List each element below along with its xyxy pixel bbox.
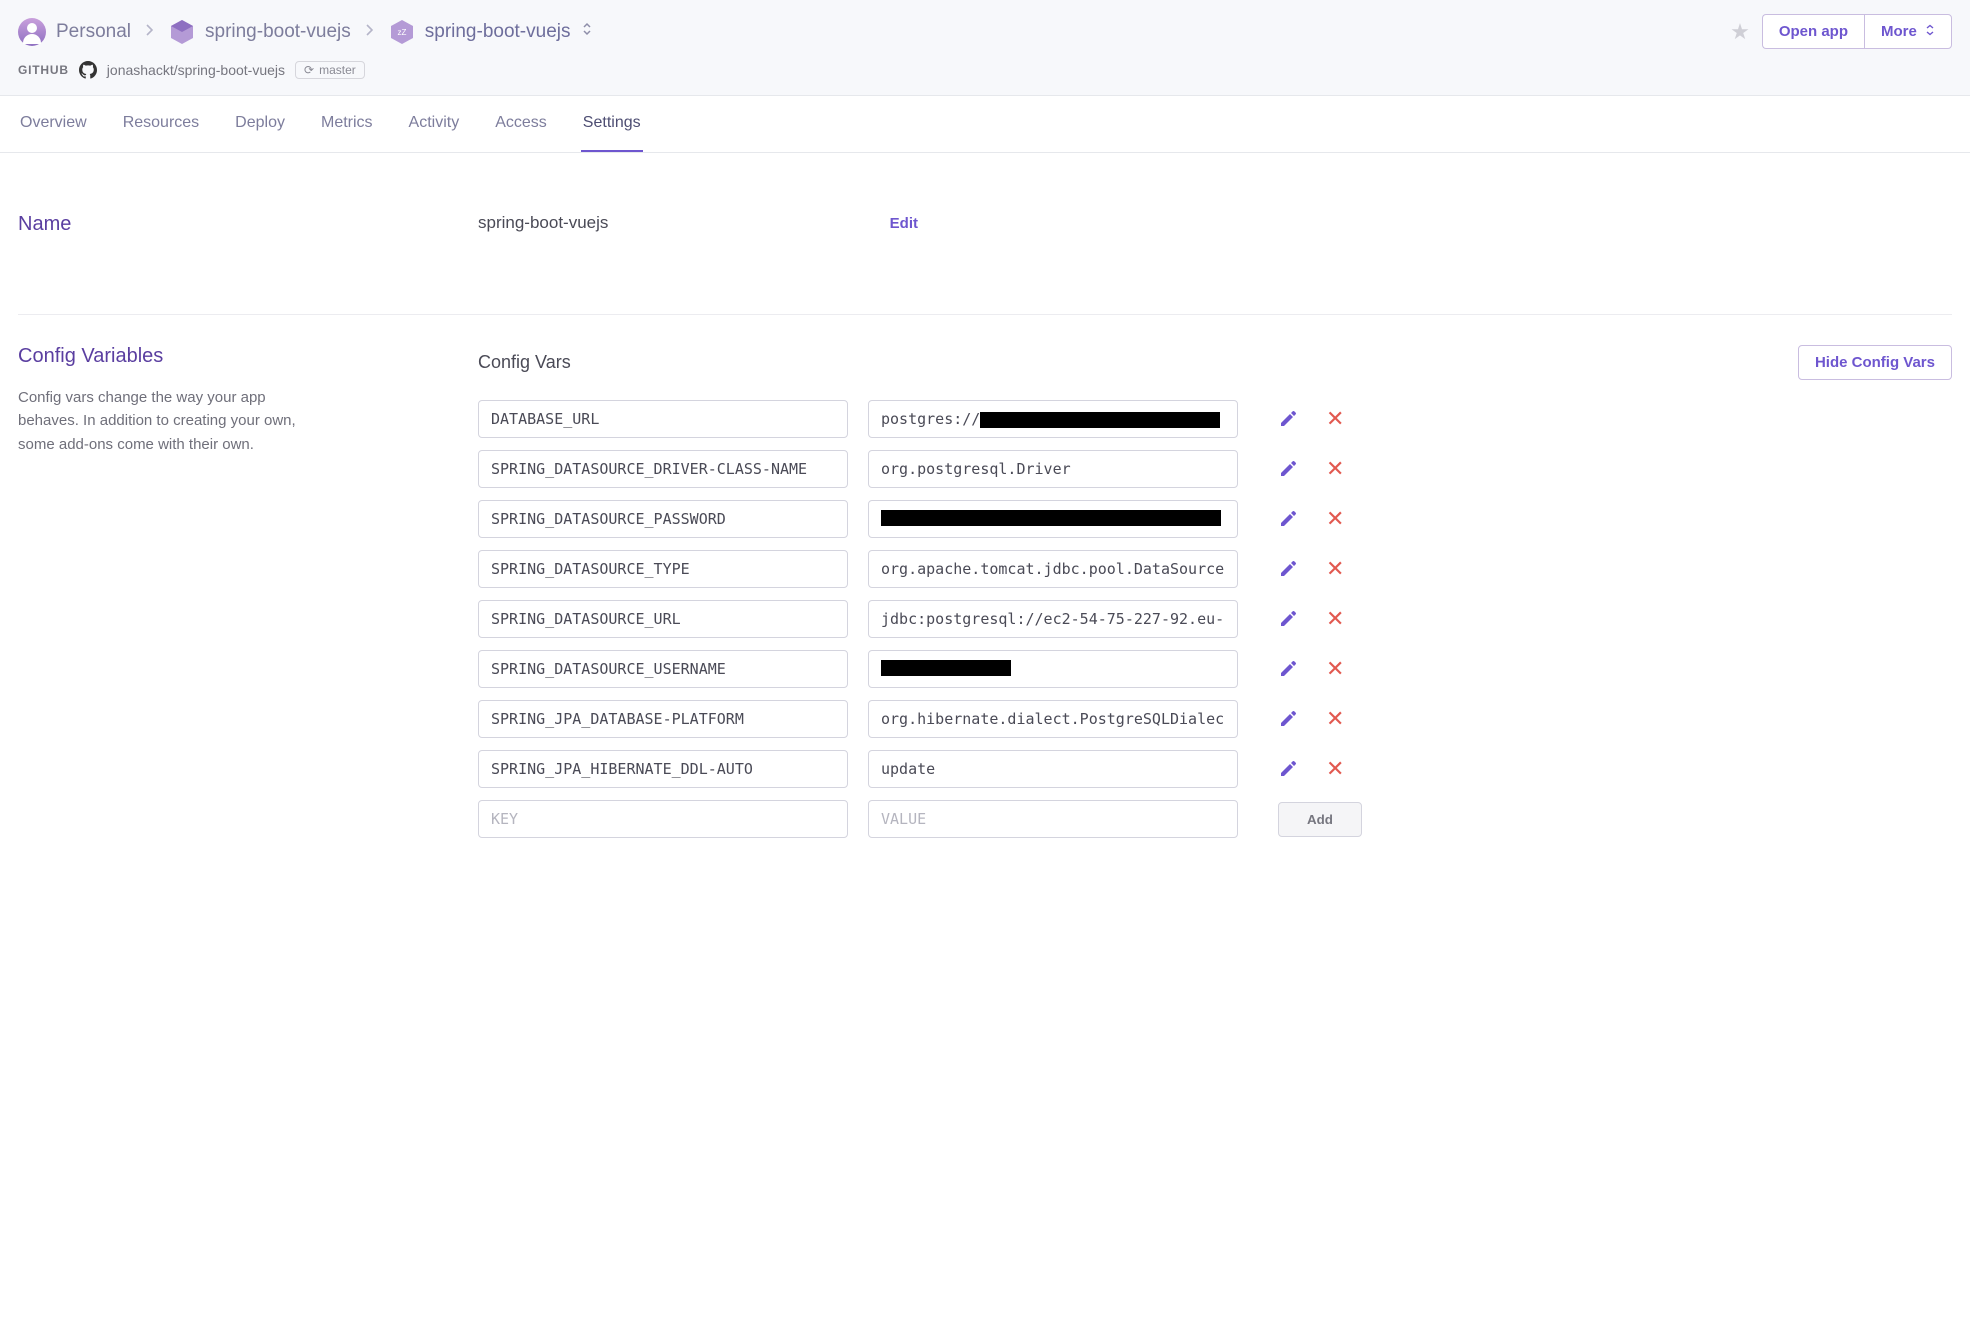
chevron-up-down-icon — [1925, 23, 1935, 40]
config-var-key[interactable]: SPRING_DATASOURCE_TYPE — [478, 550, 848, 588]
breadcrumb-pipeline[interactable]: spring-boot-vuejs — [169, 19, 351, 45]
section-title-config: Config Variables — [18, 345, 438, 368]
svg-text:zZ: zZ — [397, 28, 406, 37]
config-var-value[interactable]: jdbc:postgresql://ec2-54-75-227-92.eu- — [868, 600, 1238, 638]
breadcrumb-pipeline-label: spring-boot-vuejs — [205, 21, 351, 43]
breadcrumb-personal-label: Personal — [56, 21, 131, 43]
config-var-value[interactable]: update — [868, 750, 1238, 788]
config-var-key[interactable]: DATABASE_URL — [478, 400, 848, 438]
close-icon[interactable]: ✕ — [1326, 456, 1344, 482]
config-var-key[interactable]: SPRING_JPA_HIBERNATE_DDL-AUTO — [478, 750, 848, 788]
tab-resources[interactable]: Resources — [121, 96, 201, 152]
config-var-row: SPRING_DATASOURCE_PASSWORD ✕ — [478, 500, 1952, 538]
tab-activity[interactable]: Activity — [407, 96, 462, 152]
breadcrumb-app-label: spring-boot-vuejs — [425, 21, 571, 43]
pencil-icon[interactable] — [1278, 509, 1298, 529]
config-vars-section: Config Variables Config vars change the … — [18, 314, 1952, 868]
tab-metrics[interactable]: Metrics — [319, 96, 375, 152]
branch-chip[interactable]: ⟳ master — [295, 61, 365, 79]
tab-access[interactable]: Access — [493, 96, 549, 152]
chevron-up-down-icon[interactable] — [581, 21, 593, 43]
tab-settings[interactable]: Settings — [581, 96, 643, 152]
pencil-icon[interactable] — [1278, 759, 1298, 779]
app-hex-icon: zZ — [389, 19, 415, 45]
chevron-right-icon — [145, 23, 155, 40]
refresh-icon: ⟳ — [304, 63, 314, 77]
config-var-key[interactable]: SPRING_DATASOURCE_DRIVER-CLASS-NAME — [478, 450, 848, 488]
branch-name: master — [319, 63, 356, 77]
config-vars-subtitle: Config Vars — [478, 352, 571, 373]
source-repo[interactable]: jonashackt/spring-boot-vuejs — [107, 62, 285, 78]
tab-deploy[interactable]: Deploy — [233, 96, 287, 152]
tabs: Overview Resources Deploy Metrics Activity Ac… — [0, 96, 1970, 153]
close-icon[interactable]: ✕ — [1326, 506, 1344, 532]
pencil-icon[interactable] — [1278, 559, 1298, 579]
pencil-icon[interactable] — [1278, 459, 1298, 479]
config-var-value[interactable] — [868, 650, 1238, 688]
close-icon[interactable]: ✕ — [1326, 556, 1344, 582]
app-name-value: spring-boot-vuejs — [478, 213, 608, 233]
config-var-value[interactable]: org.postgresql.Driver — [868, 450, 1238, 488]
config-var-key[interactable]: SPRING_JPA_DATABASE-PLATFORM — [478, 700, 848, 738]
pencil-icon[interactable] — [1278, 609, 1298, 629]
config-var-list: DATABASE_URLpostgres:// ✕SPRING_DATASOUR… — [478, 400, 1952, 838]
breadcrumb-app[interactable]: zZ spring-boot-vuejs — [389, 19, 593, 45]
config-var-key[interactable]: SPRING_DATASOURCE_URL — [478, 600, 848, 638]
close-icon[interactable]: ✕ — [1326, 656, 1344, 682]
star-icon[interactable]: ★ — [1730, 19, 1750, 45]
close-icon[interactable]: ✕ — [1326, 606, 1344, 632]
header-actions: ★ Open app More — [1730, 14, 1952, 49]
config-var-value[interactable]: org.hibernate.dialect.PostgreSQLDialec — [868, 700, 1238, 738]
breadcrumb: Personal spring-boot-vuejs zZ spring-boo… — [18, 18, 593, 46]
app-header: Personal spring-boot-vuejs zZ spring-boo… — [0, 0, 1970, 96]
name-section: Name spring-boot-vuejs Edit — [18, 183, 1952, 284]
pencil-icon[interactable] — [1278, 659, 1298, 679]
config-var-row: DATABASE_URL postgres:// ✕ — [478, 400, 1952, 438]
edit-name-button[interactable]: Edit — [890, 215, 918, 232]
config-var-value[interactable] — [868, 500, 1238, 538]
config-var-value-input[interactable]: VALUE — [868, 800, 1238, 838]
hide-config-vars-button[interactable]: Hide Config Vars — [1798, 345, 1952, 380]
pipeline-hex-icon — [169, 19, 195, 45]
section-title-name: Name — [18, 213, 438, 236]
github-icon — [79, 61, 97, 79]
config-var-row: SPRING_JPA_DATABASE-PLATFORM org.hibernat… — [478, 700, 1952, 738]
config-var-key[interactable]: SPRING_DATASOURCE_PASSWORD — [478, 500, 848, 538]
pencil-icon[interactable] — [1278, 709, 1298, 729]
pencil-icon[interactable] — [1278, 409, 1298, 429]
avatar-icon — [18, 18, 46, 46]
close-icon[interactable]: ✕ — [1326, 706, 1344, 732]
config-description: Config vars change the way your app beha… — [18, 386, 328, 456]
breadcrumb-personal[interactable]: Personal — [18, 18, 131, 46]
more-button[interactable]: More — [1864, 14, 1952, 49]
config-var-row: SPRING_DATASOURCE_TYPE org.apache.tomcat.… — [478, 550, 1952, 588]
tab-overview[interactable]: Overview — [18, 96, 89, 152]
config-var-new-row: KEY VALUE Add — [478, 800, 1952, 838]
chevron-right-icon — [365, 23, 375, 40]
source-provider-label: GITHUB — [18, 63, 69, 77]
more-button-label: More — [1881, 23, 1917, 40]
source-row: GITHUB jonashackt/spring-boot-vuejs ⟳ ma… — [18, 59, 1952, 95]
add-config-var-button[interactable]: Add — [1278, 802, 1362, 837]
open-app-button[interactable]: Open app — [1762, 14, 1864, 49]
close-icon[interactable]: ✕ — [1326, 756, 1344, 782]
config-var-row: SPRING_DATASOURCE_DRIVER-CLASS-NAME org.p… — [478, 450, 1952, 488]
close-icon[interactable]: ✕ — [1326, 406, 1344, 432]
config-var-row: SPRING_DATASOURCE_USERNAME ✕ — [478, 650, 1952, 688]
config-var-key[interactable]: SPRING_DATASOURCE_USERNAME — [478, 650, 848, 688]
config-var-value[interactable]: org.apache.tomcat.jdbc.pool.DataSource — [868, 550, 1238, 588]
config-var-value[interactable]: postgres:// — [868, 400, 1238, 438]
config-var-row: SPRING_JPA_HIBERNATE_DDL-AUTO update ✕ — [478, 750, 1952, 788]
config-var-key-input[interactable]: KEY — [478, 800, 848, 838]
config-var-row: SPRING_DATASOURCE_URL jdbc:postgresql://e… — [478, 600, 1952, 638]
